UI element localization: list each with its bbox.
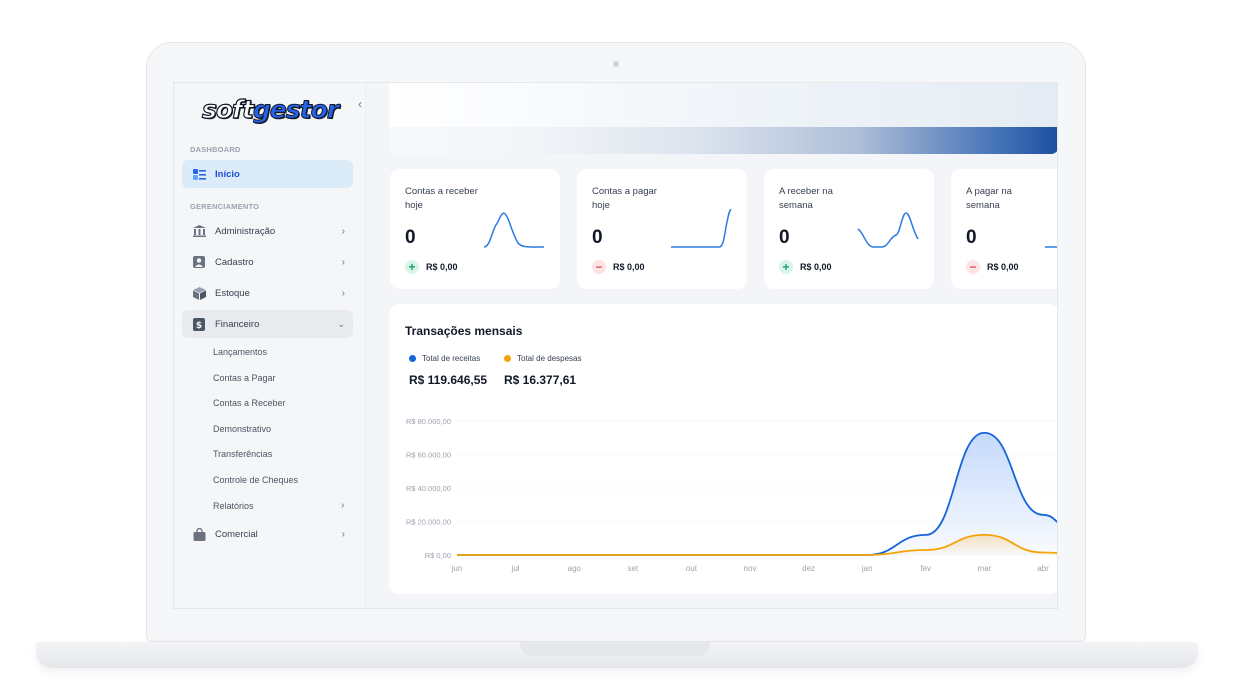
dashboard-icon [192,167,206,181]
summary-card-receber-hoje[interactable]: Contas a receber hoje 0 + R$ 0,00 [390,169,560,289]
section-label-dashboard: DASHBOARD [190,145,241,154]
card-value: 0 [405,227,416,248]
sidebar-item-inicio[interactable]: Início [182,160,353,188]
bank-icon [192,224,206,238]
x-tick-label: out [686,564,698,573]
money-icon: $ [192,317,206,331]
x-tick-label: jan [861,564,873,573]
shopping-bag-icon [192,527,206,541]
x-tick-label: mar [978,564,992,573]
card-title: A receber na semana [779,186,833,211]
submenu-item-transferencias[interactable]: Transferências [213,449,272,459]
x-tick-label: dez [802,564,815,573]
minus-icon: − [966,260,980,274]
card-value: 0 [966,227,977,248]
chevron-right-icon: › [341,287,345,299]
y-tick-label: R$ 80.000,00 [406,417,451,426]
chevron-right-icon: › [341,225,345,237]
card-title: Contas a pagar hoje [592,186,657,211]
card-amount: R$ 0,00 [987,262,1019,272]
sidebar-item-cadastro[interactable]: Cadastro › [182,248,353,276]
x-tick-label: abr [1037,564,1049,573]
header-banner-top [389,83,1057,127]
card-value: 0 [592,227,603,248]
card-value: 0 [779,227,790,248]
card-sparkline [1045,246,1057,248]
submenu-item-demonstrativo[interactable]: Demonstrativo [213,424,271,434]
laptop-camera [613,61,619,67]
logo-part-gestor: gestor [252,95,339,125]
x-tick-label: fev [920,564,931,573]
chevron-right-icon: › [341,528,345,540]
chevron-right-icon: › [341,500,345,511]
submenu-item-relatorios[interactable]: Relatórios [213,501,254,511]
box-icon [192,286,206,300]
submenu-item-lancamentos[interactable]: Lançamentos [213,347,267,357]
chevron-left-icon[interactable]: ‹ [358,97,362,111]
sidebar-item-label: Cadastro [215,256,254,268]
monthly-transactions-chart-card: Transações mensais Total de receitas Tot… [389,304,1057,594]
plus-icon: + [405,260,419,274]
section-label-gerenciamento: GERENCIAMENTO [190,202,260,211]
summary-card-pagar-semana[interactable]: A pagar na semana 0 − R$ 0,00 [951,169,1057,289]
sidebar-item-administracao[interactable]: Administração › [182,217,353,245]
laptop-notch [520,642,710,656]
y-tick-label: R$ 0,00 [425,551,451,560]
sidebar-item-label: Estoque [215,287,250,299]
logo-part-soft: soft [201,94,254,124]
svg-text:$: $ [196,321,202,331]
submenu-item-contas-a-pagar[interactable]: Contas a Pagar [213,373,276,383]
submenu-item-controle-de-cheques[interactable]: Controle de Cheques [213,475,298,485]
chevron-right-icon: › [341,256,345,268]
summary-card-receber-semana[interactable]: A receber na semana 0 + R$ 0,00 [764,169,934,289]
card-title: A pagar na semana [966,186,1012,211]
x-tick-label: set [627,564,638,573]
card-sparkline [671,209,732,248]
x-tick-label: jun [451,564,463,573]
user-card-icon [192,255,206,269]
x-tick-label: jul [511,564,520,573]
sidebar-item-label: Início [215,168,240,180]
sidebar-item-estoque[interactable]: Estoque › [182,279,353,307]
x-tick-label: nov [744,564,757,573]
sidebar-item-label: Comercial [215,528,258,540]
y-tick-label: R$ 20.000,00 [406,518,451,527]
sidebar-item-financeiro[interactable]: $ Financeiro ⌄ [182,310,353,338]
submenu-item-contas-a-receber[interactable]: Contas a Receber [213,398,286,408]
summary-card-pagar-hoje[interactable]: Contas a pagar hoje 0 − R$ 0,00 [577,169,747,289]
app-screen: softgestor ‹ DASHBOARD Início GERENCIAME… [173,82,1058,609]
card-sparkline [857,212,919,248]
card-amount: R$ 0,00 [800,262,832,272]
card-sparkline [483,212,545,248]
plus-icon: + [779,260,793,274]
chevron-down-icon: ⌄ [337,318,345,329]
minus-icon: − [592,260,606,274]
sidebar-item-label: Financeiro [215,318,260,330]
card-title: Contas a receber hoje [405,186,478,211]
y-tick-label: R$ 40.000,00 [406,484,451,493]
card-amount: R$ 0,00 [426,262,458,272]
card-amount: R$ 0,00 [613,262,645,272]
sidebar-item-label: Administração [215,225,276,237]
sidebar-item-comercial[interactable]: Comercial › [182,520,353,548]
x-tick-label: ago [568,564,582,573]
area-chart: R$ 0,00 R$ 20.000,00 R$ 40.000,00 R$ 60.000… [406,417,1057,573]
sidebar: softgestor ‹ DASHBOARD Início GERENCIAME… [174,83,366,608]
logo[interactable]: softgestor [201,94,339,125]
y-tick-label: R$ 60.000,00 [406,451,451,460]
